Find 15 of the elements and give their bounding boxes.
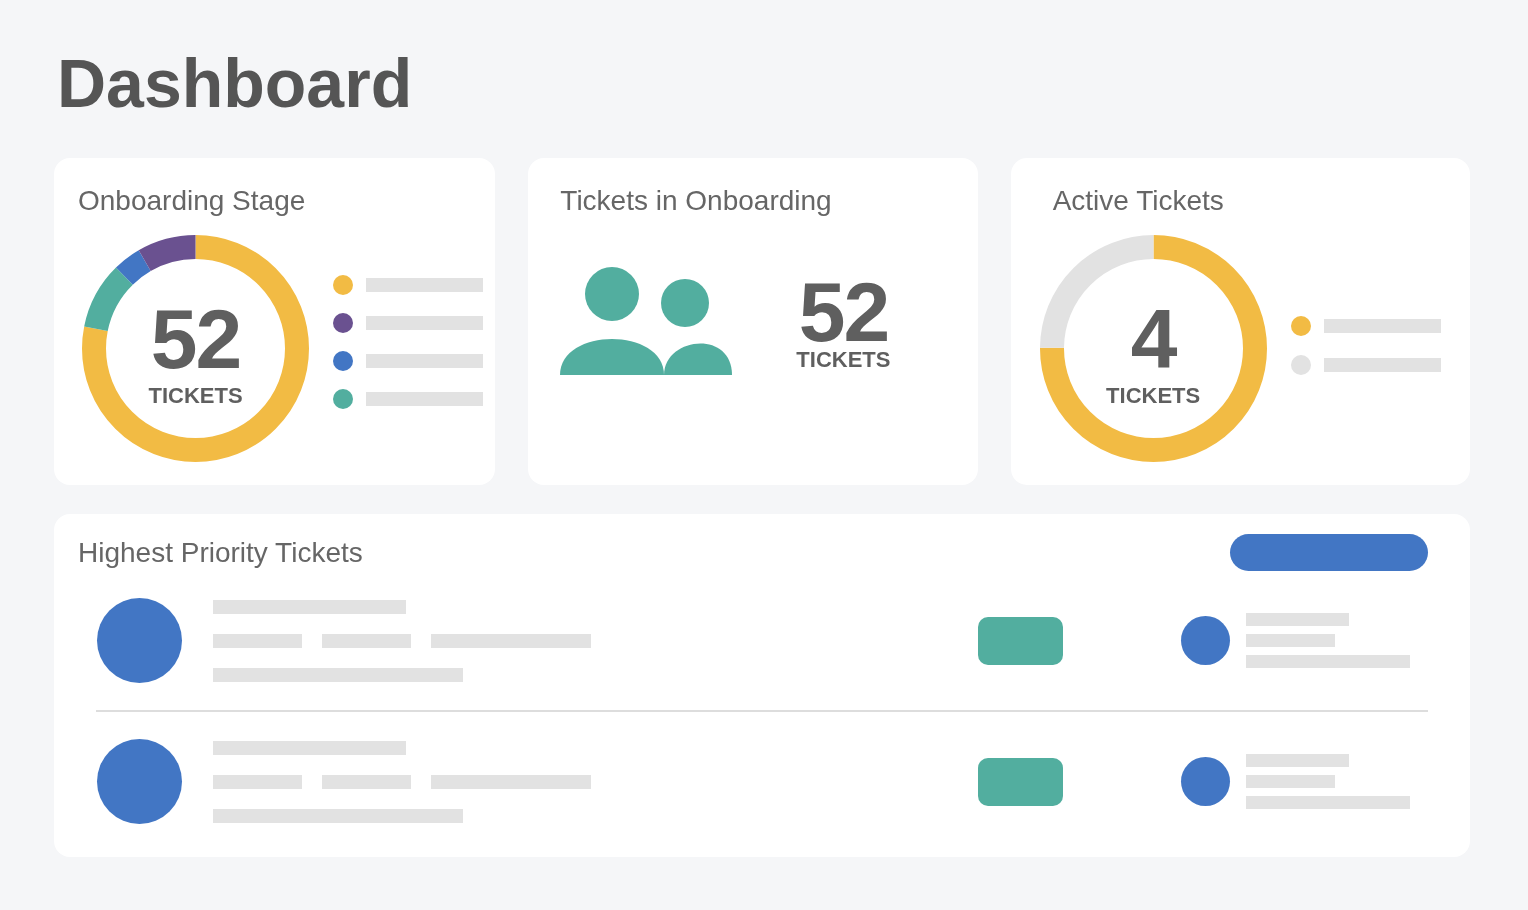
tickets-label: TICKETS [148,384,243,407]
card-title: Onboarding Stage [78,184,306,218]
card-title: Tickets in Onboarding [560,184,832,218]
action-button[interactable] [1230,534,1428,571]
ticket-count: 52 [150,296,241,381]
assignee-avatar [1181,757,1230,806]
ticket-count: 52 [798,281,889,343]
tickets-label: TICKETS [1106,384,1201,407]
page-title: Dashboard [57,44,413,122]
tickets-label: TICKETS [796,349,891,371]
ticket-count: 4 [1130,296,1176,381]
assignee-avatar [1181,616,1230,665]
card-title: Highest Priority Tickets [78,535,363,570]
card-title: Active Tickets [1052,184,1224,218]
people-icon [560,267,733,375]
